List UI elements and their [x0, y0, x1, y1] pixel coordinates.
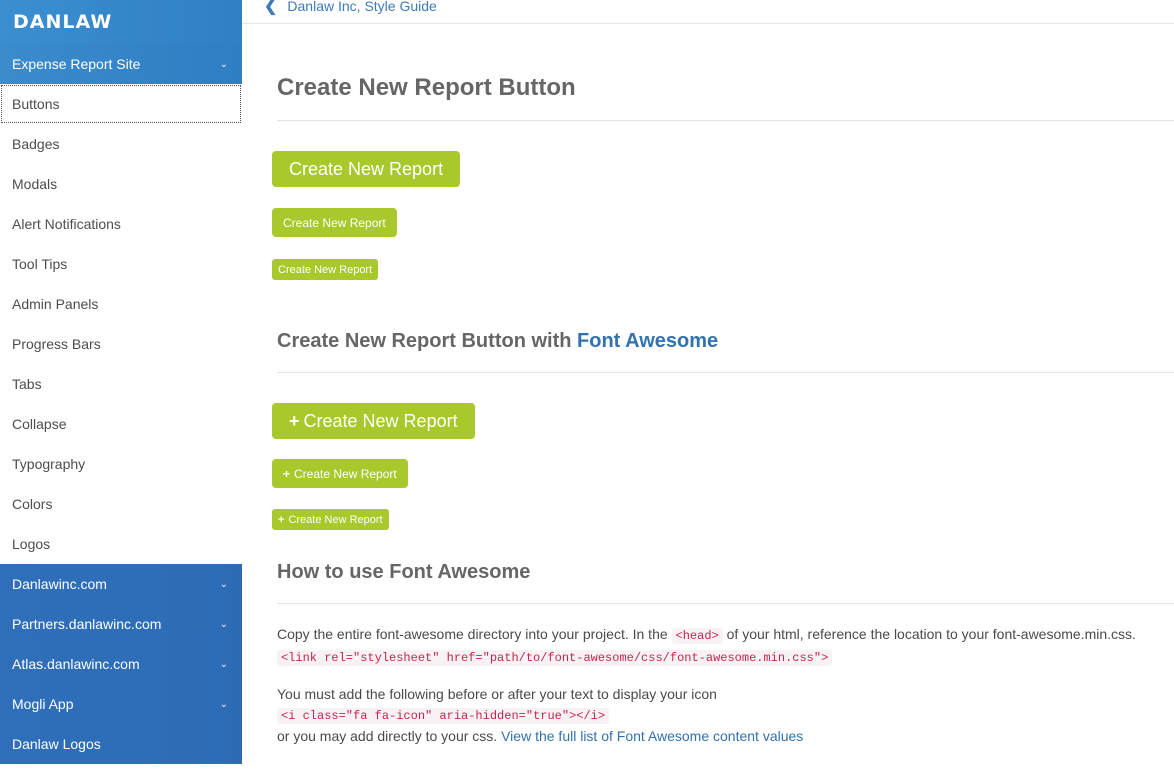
instructions-paragraph-1: Copy the entire font-awesome directory i…	[277, 624, 1167, 668]
brand-header: DANLAW	[0, 0, 242, 44]
sidebar-section-danlaw-logos[interactable]: Danlaw Logos	[0, 724, 242, 764]
instructions-paragraph-2: You must add the following before or aft…	[277, 684, 1167, 746]
sidebar-item-label: Typography	[12, 456, 86, 472]
chevron-down-icon: ⌄	[219, 658, 228, 670]
button-label: Create New Report	[278, 263, 373, 276]
paragraph-text: or you may add directly to your css.	[277, 728, 502, 744]
divider	[277, 372, 1174, 373]
sidebar-item-label: Alert Notifications	[12, 216, 121, 232]
sidebar-section-label: Atlas.danlawinc.com	[12, 656, 140, 672]
create-report-icon-button-small[interactable]: + Create New Report	[272, 509, 389, 530]
chevron-down-icon: ⌄	[219, 578, 228, 590]
sidebar-item-label: Progress Bars	[12, 336, 101, 352]
sidebar-item-collapse[interactable]: Collapse	[0, 404, 242, 444]
create-report-button-small[interactable]: Create New Report	[272, 259, 379, 280]
main-content: Create New Report Button Create New Repo…	[242, 24, 1174, 770]
sidebar-section-danlawinc[interactable]: Danlawinc.com ⌄	[0, 564, 242, 604]
sidebar-section-partners[interactable]: Partners.danlawinc.com ⌄	[0, 604, 242, 644]
sidebar-section-label: Expense Report Site	[12, 56, 141, 72]
sidebar-item-admin-panels[interactable]: Admin Panels	[0, 284, 242, 324]
sidebar-item-label: Admin Panels	[12, 296, 99, 312]
create-report-button-large[interactable]: Create New Report	[272, 151, 461, 187]
page-title: Create New Report Button	[277, 74, 576, 101]
sidebar-section-mogli-app[interactable]: Mogli App ⌄	[0, 684, 242, 724]
sidebar-section-atlas[interactable]: Atlas.danlawinc.com ⌄	[0, 644, 242, 684]
heading-text: Create New Report Button with	[277, 330, 578, 352]
sidebar-item-label: Modals	[12, 176, 58, 192]
breadcrumb: Danlaw Inc, Style Guide	[287, 0, 437, 14]
sidebar-item-alert-notifications[interactable]: Alert Notifications	[0, 204, 242, 244]
divider	[277, 603, 1174, 604]
font-awesome-link[interactable]: Font Awesome	[577, 330, 718, 352]
chevron-left-icon: ❮	[264, 0, 278, 15]
button-label: Create New Report	[283, 215, 386, 230]
chevron-down-icon: ⌄	[219, 698, 228, 710]
sidebar: DANLAW Expense Report Site ⌄ Buttons Bad…	[0, 0, 242, 770]
plus-icon: +	[278, 513, 285, 526]
code-head: <head>	[671, 628, 723, 644]
sidebar-section-label: Danlaw Logos	[12, 736, 101, 752]
create-report-icon-button-large[interactable]: + Create New Report	[272, 403, 475, 439]
content-values-link[interactable]: View the full list of Font Awesome conte…	[501, 728, 803, 744]
plus-icon: +	[289, 410, 300, 431]
button-label: Create New Report	[289, 158, 444, 179]
sidebar-item-badges[interactable]: Badges	[0, 124, 242, 164]
paragraph-text: Copy the entire font-awesome directory i…	[277, 626, 672, 642]
sidebar-item-buttons[interactable]: Buttons	[0, 84, 242, 124]
sidebar-section-label: Partners.danlawinc.com	[12, 616, 162, 632]
create-report-button-medium[interactable]: Create New Report	[272, 208, 397, 237]
sidebar-item-modals[interactable]: Modals	[0, 164, 242, 204]
sidebar-item-label: Badges	[12, 136, 60, 152]
code-icon-tag: <i class="fa fa-icon" aria-hidden="true"…	[277, 708, 610, 724]
chevron-down-icon: ⌄	[219, 618, 228, 630]
button-label: Create New Report	[288, 513, 383, 526]
sidebar-section-label: Danlawinc.com	[12, 576, 107, 592]
sidebar-item-colors[interactable]: Colors	[0, 484, 242, 524]
sidebar-item-label: Buttons	[12, 96, 60, 112]
create-report-icon-button-medium[interactable]: + Create New Report	[272, 459, 408, 488]
plus-icon: +	[283, 466, 291, 481]
sidebar-item-tool-tips[interactable]: Tool Tips	[0, 244, 242, 284]
chevron-down-icon: ⌄	[219, 58, 228, 70]
section-heading-how-to: How to use Font Awesome	[277, 561, 531, 583]
sidebar-item-progress-bars[interactable]: Progress Bars	[0, 324, 242, 364]
sidebar-item-typography[interactable]: Typography	[0, 444, 242, 484]
sidebar-item-label: Tabs	[12, 376, 42, 392]
back-link[interactable]: ❮ Danlaw Inc, Style Guide	[264, 0, 437, 16]
sidebar-item-label: Collapse	[12, 416, 67, 432]
sidebar-section-label: Mogli App	[12, 696, 74, 712]
paragraph-text: of your html, reference the location to …	[722, 626, 1136, 642]
sidebar-item-label: Colors	[12, 496, 53, 512]
button-label: Create New Report	[303, 410, 458, 431]
section-heading-font-awesome: Create New Report Button with Font Aweso…	[277, 330, 718, 353]
button-label: Create New Report	[294, 466, 397, 481]
paragraph-text: You must add the following before or aft…	[277, 686, 717, 702]
sidebar-item-logos[interactable]: Logos	[0, 524, 242, 564]
sidebar-item-label: Tool Tips	[12, 256, 68, 272]
sidebar-item-tabs[interactable]: Tabs	[0, 364, 242, 404]
code-link-tag: <link rel="stylesheet" href="path/to/fon…	[277, 650, 833, 666]
sidebar-section-expense-report-site[interactable]: Expense Report Site ⌄	[0, 44, 242, 84]
danlaw-logo: DANLAW	[13, 11, 113, 33]
divider	[277, 120, 1174, 121]
sidebar-item-label: Logos	[12, 536, 51, 552]
